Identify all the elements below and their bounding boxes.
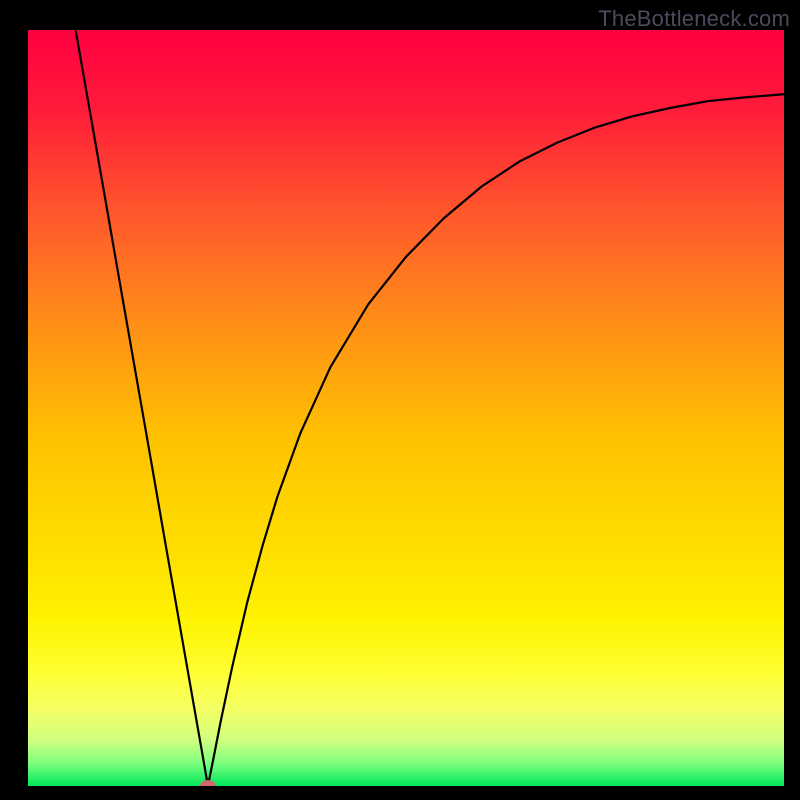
attribution-text: TheBottleneck.com [598, 6, 790, 32]
bottleneck-chart [28, 30, 784, 786]
chart-frame [28, 30, 784, 786]
